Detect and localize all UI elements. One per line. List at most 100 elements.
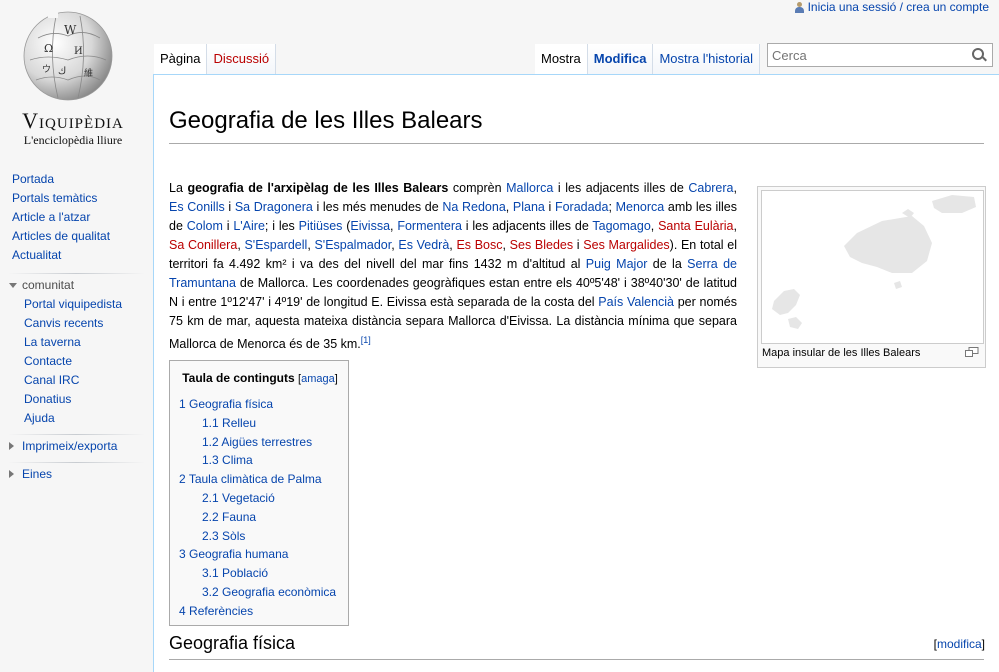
svg-text:W: W — [64, 23, 77, 37]
sidebar-item-news[interactable]: Actualitat — [12, 248, 61, 262]
view-tabs: Mostra Modifica Mostra l'historial — [535, 44, 760, 74]
collapsed-arrow-icon — [9, 442, 14, 450]
thumbnail-figure: Mapa insular de les Illes Balears — [757, 186, 986, 368]
toc-item[interactable]: 1.1 Relleu — [202, 416, 256, 430]
toc-item[interactable]: 1.3 Clima — [202, 453, 253, 467]
globe-logo-icon: W Ω И ك 維 ウ — [23, 11, 113, 101]
sidebar-item-random[interactable]: Article a l'atzar — [12, 210, 90, 224]
logo-tagline: L'enciclopèdia lliure — [23, 133, 123, 147]
link-formentera[interactable]: Formentera — [397, 219, 462, 233]
link-sa-dragonera[interactable]: Sa Dragonera — [235, 200, 313, 214]
link-cabrera[interactable]: Cabrera — [688, 181, 733, 195]
link-ses-bledes[interactable]: Ses Bledes — [510, 238, 573, 252]
collapsed-arrow-icon — [9, 470, 14, 478]
sidebar-item-community-portal[interactable]: Portal viquipedista — [24, 297, 122, 311]
svg-text:И: И — [74, 46, 83, 57]
sidebar-item-irc[interactable]: Canal IRC — [24, 373, 79, 387]
sidebar-item-contact[interactable]: Contacte — [24, 354, 72, 368]
toc-item[interactable]: 2.2 Fauna — [202, 510, 256, 524]
sidebar-main-nav: Portada Portals temàtics Article a l'atz… — [0, 170, 153, 265]
print-export-label[interactable]: Imprimeix/exporta — [22, 439, 117, 453]
link-pitiuses[interactable]: Pitiüses — [299, 219, 343, 233]
sidebar-item-portada[interactable]: Portada — [12, 172, 54, 186]
link-menorca[interactable]: Menorca — [616, 200, 665, 214]
sidebar-divider — [8, 434, 145, 435]
sidebar-item-help[interactable]: Ajuda — [24, 411, 55, 425]
islands-map-icon — [772, 195, 976, 329]
toc-item[interactable]: 4 Referències — [179, 604, 253, 618]
toc-item[interactable]: 2.1 Vegetació — [202, 491, 275, 505]
sidebar-divider — [8, 462, 145, 463]
svg-text:ك: ك — [58, 66, 66, 77]
toc-item[interactable]: 2 Taula climàtica de Palma — [179, 472, 322, 486]
print-export-heading[interactable]: Imprimeix/exporta — [0, 437, 153, 456]
svg-text:ウ: ウ — [42, 64, 51, 75]
link-santa-eularia[interactable]: Santa Eulària — [658, 219, 733, 233]
enlarge-icon[interactable] — [965, 347, 979, 357]
sidebar-item-recent-changes[interactable]: Canvis recents — [24, 316, 103, 330]
sidebar-item-quality[interactable]: Articles de qualitat — [12, 229, 110, 243]
link-tagomago[interactable]: Tagomago — [592, 219, 650, 233]
section-divider — [169, 659, 984, 660]
sidebar-divider — [8, 273, 145, 274]
toc-item[interactable]: 3.1 Població — [202, 566, 268, 580]
sidebar: Portada Portals temàtics Article a l'atz… — [0, 170, 153, 484]
thumbnail-caption: Mapa insular de les Illes Balears — [762, 347, 921, 359]
toc-item[interactable]: 1 Geografia física — [179, 397, 273, 411]
tab-read[interactable]: Mostra — [535, 44, 588, 74]
tab-talk[interactable]: Discussió — [207, 44, 277, 74]
tab-edit[interactable]: Modifica — [587, 44, 654, 74]
link-plana[interactable]: Plana — [513, 200, 545, 214]
namespace-tabs: Pàgina Discussió — [154, 44, 277, 74]
toc-item[interactable]: 3 Geografia humana — [179, 547, 288, 561]
login-link[interactable]: Inicia una sessió / crea un compte — [808, 0, 989, 14]
toc-item[interactable]: 2.3 Sòls — [202, 529, 245, 543]
link-sespardell[interactable]: S'Espardell — [244, 238, 307, 252]
intro-paragraph: La geografia de l'arxipèlag de les Illes… — [169, 181, 738, 352]
reference-link[interactable]: [1] — [361, 335, 371, 345]
link-mallorca[interactable]: Mallorca — [506, 181, 553, 195]
tools-heading[interactable]: Eines — [0, 465, 153, 484]
search-icon[interactable] — [972, 48, 984, 60]
link-eivissa[interactable]: Eivissa — [350, 219, 390, 233]
link-laire[interactable]: L'Aire — [233, 219, 265, 233]
svg-text:Ω: Ω — [44, 42, 53, 55]
page-title: Geografia de les Illes Balears — [169, 107, 483, 134]
sidebar-item-taverna[interactable]: La taverna — [24, 335, 81, 349]
site-logo[interactable]: W Ω И ك 維 ウ Viquipèdia L'enciclopèdia ll… — [0, 0, 153, 160]
link-sa-conillera[interactable]: Sa Conillera — [169, 238, 237, 252]
title-divider — [169, 143, 984, 144]
search-input[interactable] — [772, 47, 962, 63]
sidebar-item-donate[interactable]: Donatius — [24, 392, 71, 406]
link-es-bosc[interactable]: Es Bosc — [456, 238, 502, 252]
content-area: Geografia de les Illes Balears La geogra… — [153, 74, 999, 672]
expanded-arrow-icon — [9, 283, 17, 288]
link-es-vedra[interactable]: Es Vedrà — [398, 238, 449, 252]
section-edit: [modifica] — [933, 637, 985, 651]
sidebar-item-portals[interactable]: Portals temàtics — [12, 191, 97, 205]
tab-page[interactable]: Pàgina — [154, 44, 208, 74]
tab-history[interactable]: Mostra l'historial — [653, 44, 760, 74]
toc-item[interactable]: 3.2 Geografia econòmica — [202, 585, 336, 599]
link-foradada[interactable]: Foradada — [555, 200, 609, 214]
sidebar-community-nav: Portal viquipedista Canvis recents La ta… — [0, 295, 153, 428]
logo-wordmark: Viquipèdia — [22, 108, 124, 133]
user-icon — [794, 1, 804, 13]
table-of-contents: Taula de continguts [amaga] 1 Geografia … — [169, 360, 349, 626]
link-puig-major[interactable]: Puig Major — [586, 257, 648, 271]
tools-label[interactable]: Eines — [22, 467, 52, 481]
link-ses-margalides[interactable]: Ses Margalides — [583, 238, 669, 252]
community-heading[interactable]: comunitat — [0, 276, 153, 295]
section-edit-link[interactable]: modifica — [937, 637, 982, 651]
link-na-redona[interactable]: Na Redona — [442, 200, 505, 214]
link-pais-valencia[interactable]: País Valencià — [598, 295, 674, 309]
toc-hide-link[interactable]: amaga — [301, 373, 335, 385]
section-heading: Geografia física — [169, 633, 296, 653]
toc-item[interactable]: 1.2 Aigües terrestres — [202, 435, 312, 449]
link-sespalmador[interactable]: S'Espalmador — [314, 238, 391, 252]
link-colom[interactable]: Colom — [187, 219, 223, 233]
link-es-conills[interactable]: Es Conills — [169, 200, 225, 214]
bold-term: geografia de l'arxipèlag de les Illes Ba… — [187, 181, 449, 195]
map-image[interactable] — [761, 190, 984, 344]
personal-tools: Inicia una sessió / crea un compte — [794, 0, 989, 14]
